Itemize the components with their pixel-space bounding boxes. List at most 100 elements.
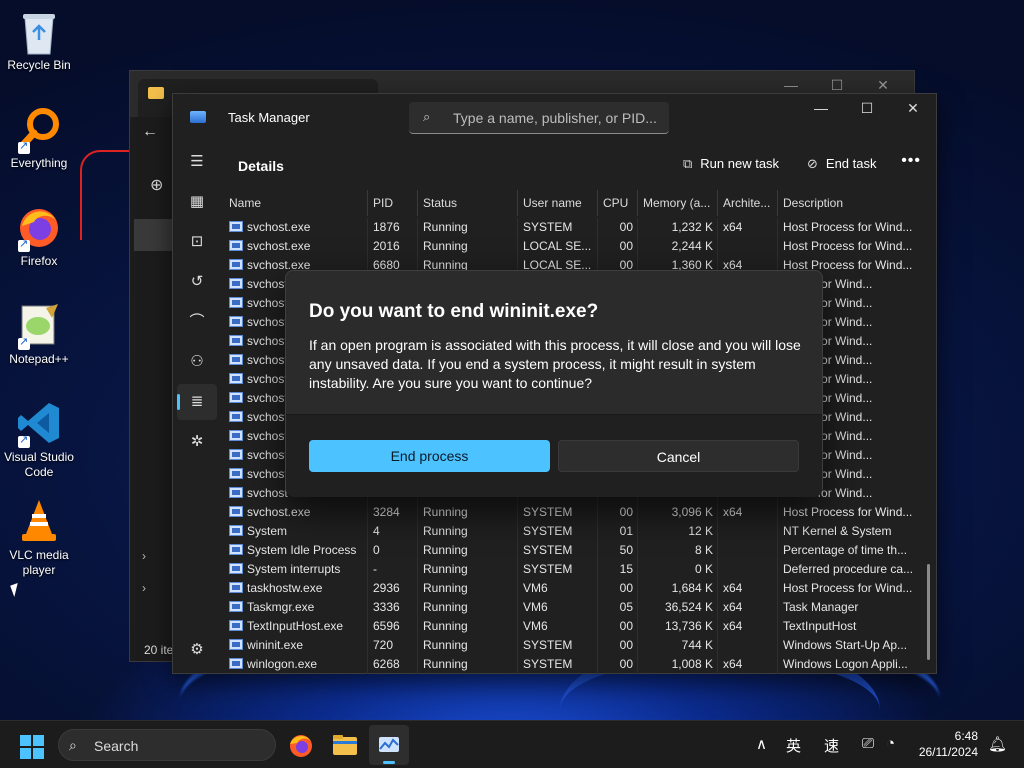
- table-row[interactable]: wininit.exe 720 Running SYSTEM 00 744 K Window…: [225, 636, 925, 655]
- everything-icon: [16, 106, 62, 154]
- more-options-button[interactable]: •••: [901, 152, 921, 170]
- cell-desc: Percentage of time th...: [783, 543, 908, 557]
- back-icon[interactable]: ←: [142, 123, 158, 141]
- column-divider: [717, 541, 718, 560]
- chevron-up-icon[interactable]: ∧: [756, 735, 767, 753]
- cell-cpu: 00: [619, 619, 633, 633]
- taskbar-task-manager[interactable]: [369, 725, 409, 765]
- column-divider[interactable]: [637, 190, 638, 216]
- desktop-icon-vlc[interactable]: VLC media player: [0, 498, 78, 578]
- column-header[interactable]: Memory (a...: [643, 196, 713, 210]
- column-header[interactable]: Archite...: [723, 196, 779, 210]
- column-divider: [597, 522, 598, 541]
- column-divider[interactable]: [777, 190, 778, 216]
- chevron-right-icon[interactable]: ›: [142, 581, 146, 595]
- processes-icon[interactable]: ▦: [177, 184, 217, 220]
- desktop-icon-firefox[interactable]: Firefox: [0, 204, 78, 269]
- table-row[interactable]: System Idle Process 0 Running SYSTEM 50 8 K Pe…: [225, 541, 925, 560]
- column-divider[interactable]: [417, 190, 418, 216]
- table-row[interactable]: Taskmgr.exe 3336 Running VM6 05 36,524 K x64 Ta…: [225, 598, 925, 617]
- desktop-icon-vscode[interactable]: Visual Studio Code: [0, 400, 78, 480]
- minimize-button[interactable]: —: [798, 94, 844, 124]
- process-icon: [229, 449, 243, 460]
- taskbar: ⌕ Search ∧ 英 速 ⎚ ◔ 6:48 26/11/2024 🔔︎: [0, 720, 1024, 768]
- sidebar-item-home[interactable]: [134, 219, 174, 251]
- maximize-button[interactable]: ☐: [844, 94, 890, 124]
- desktop-icon-label: Firefox: [20, 254, 58, 268]
- new-icon[interactable]: ⊕: [150, 175, 163, 195]
- column-header[interactable]: User name: [523, 196, 599, 210]
- table-row[interactable]: winlogon.exe 6268 Running SYSTEM 00 1,008 K x6…: [225, 655, 925, 674]
- cell-status: Running: [423, 543, 468, 557]
- search-box[interactable]: ⌕: [409, 102, 669, 134]
- end-process-button[interactable]: End process: [309, 440, 550, 472]
- taskbar-firefox[interactable]: [281, 725, 321, 765]
- services-icon[interactable]: ✲: [177, 424, 217, 460]
- process-icon: [229, 240, 243, 251]
- process-name: svchost: [247, 277, 288, 291]
- search-input[interactable]: [453, 107, 658, 129]
- column-header[interactable]: PID: [373, 196, 419, 210]
- cell-desc: Windows Logon Appli...: [783, 657, 908, 671]
- table-row[interactable]: svchost.exe 3284 Running SYSTEM 00 3,096 K x64…: [225, 503, 925, 522]
- notifications-icon[interactable]: 🔔︎: [988, 735, 1007, 753]
- column-divider: [417, 522, 418, 541]
- network-icon[interactable]: ⎚: [862, 735, 874, 752]
- column-header[interactable]: Name: [229, 196, 369, 210]
- cell-pid: 2936: [373, 581, 400, 595]
- hamburger-menu-icon[interactable]: ☰: [177, 144, 217, 180]
- cell-cpu: 00: [619, 638, 633, 652]
- users-icon[interactable]: ⚇: [177, 344, 217, 380]
- volume-icon[interactable]: ◔: [886, 735, 895, 752]
- cell-cpu: 00: [619, 657, 633, 671]
- explorer-sidebar: [134, 219, 174, 283]
- desktop-icon-label: Visual Studio Code: [4, 450, 74, 479]
- run-new-task-button[interactable]: ⧉ Run new task: [683, 156, 779, 172]
- column-divider: [717, 522, 718, 541]
- annotation-mark: [80, 150, 130, 240]
- chevron-right-icon[interactable]: ›: [142, 549, 146, 563]
- close-button[interactable]: ✕: [890, 94, 936, 124]
- column-divider: [597, 503, 598, 522]
- clock[interactable]: 6:48 26/11/2024: [919, 728, 978, 760]
- column-divider[interactable]: [717, 190, 718, 216]
- desktop-icon-everything[interactable]: Everything: [0, 106, 78, 171]
- end-task-button[interactable]: ⊘ End task: [807, 156, 877, 172]
- column-header[interactable]: CPU: [603, 196, 633, 210]
- performance-icon[interactable]: ⊡: [177, 224, 217, 260]
- cell-name: System Idle Process: [229, 543, 369, 557]
- table-row[interactable]: System 4 Running SYSTEM 01 12 K NT Kernel & Sy…: [225, 522, 925, 541]
- cell-mem: 3,096 K: [671, 505, 713, 519]
- close-button[interactable]: ✕: [860, 77, 906, 94]
- column-divider: [637, 237, 638, 256]
- desktop-icon-recycle-bin[interactable]: Recycle Bin: [0, 8, 78, 73]
- column-divider[interactable]: [597, 190, 598, 216]
- details-icon[interactable]: ≣: [177, 384, 217, 420]
- table-row[interactable]: TextInputHost.exe 6596 Running VM6 00 13,736 …: [225, 617, 925, 636]
- column-divider[interactable]: [367, 190, 368, 216]
- table-row[interactable]: svchost.exe 2016 Running LOCAL SE... 00 2,244…: [225, 237, 925, 256]
- column-divider: [597, 636, 598, 655]
- taskbar-file-explorer[interactable]: [325, 725, 365, 765]
- minimize-button[interactable]: —: [768, 77, 814, 93]
- maximize-button[interactable]: ☐: [814, 77, 860, 94]
- ime-mode-indicator[interactable]: 速: [824, 735, 839, 756]
- start-button[interactable]: [20, 735, 44, 759]
- column-header[interactable]: Status: [423, 196, 519, 210]
- window-title: Task Manager: [228, 110, 310, 125]
- startup-apps-icon[interactable]: ⌒: [177, 304, 217, 340]
- scrollbar[interactable]: [927, 564, 930, 660]
- table-row[interactable]: taskhostw.exe 2936 Running VM6 00 1,684 K x64 H…: [225, 579, 925, 598]
- cancel-button[interactable]: Cancel: [558, 440, 799, 472]
- taskbar-search[interactable]: ⌕ Search: [58, 729, 276, 761]
- desktop-icon-notepadpp[interactable]: Notepad++: [0, 302, 78, 367]
- column-header[interactable]: Description: [783, 196, 917, 210]
- table-row[interactable]: System interrupts - Running SYSTEM 15 0 K Defe…: [225, 560, 925, 579]
- ime-language-indicator[interactable]: 英: [786, 735, 801, 756]
- column-divider[interactable]: [517, 190, 518, 216]
- table-row[interactable]: svchost.exe 1876 Running SYSTEM 00 1,232 K x64…: [225, 218, 925, 237]
- settings-icon[interactable]: ⚙: [177, 632, 217, 668]
- column-divider: [367, 541, 368, 560]
- app-history-icon[interactable]: ↺: [177, 264, 217, 300]
- sidebar-item-gallery[interactable]: [134, 251, 174, 283]
